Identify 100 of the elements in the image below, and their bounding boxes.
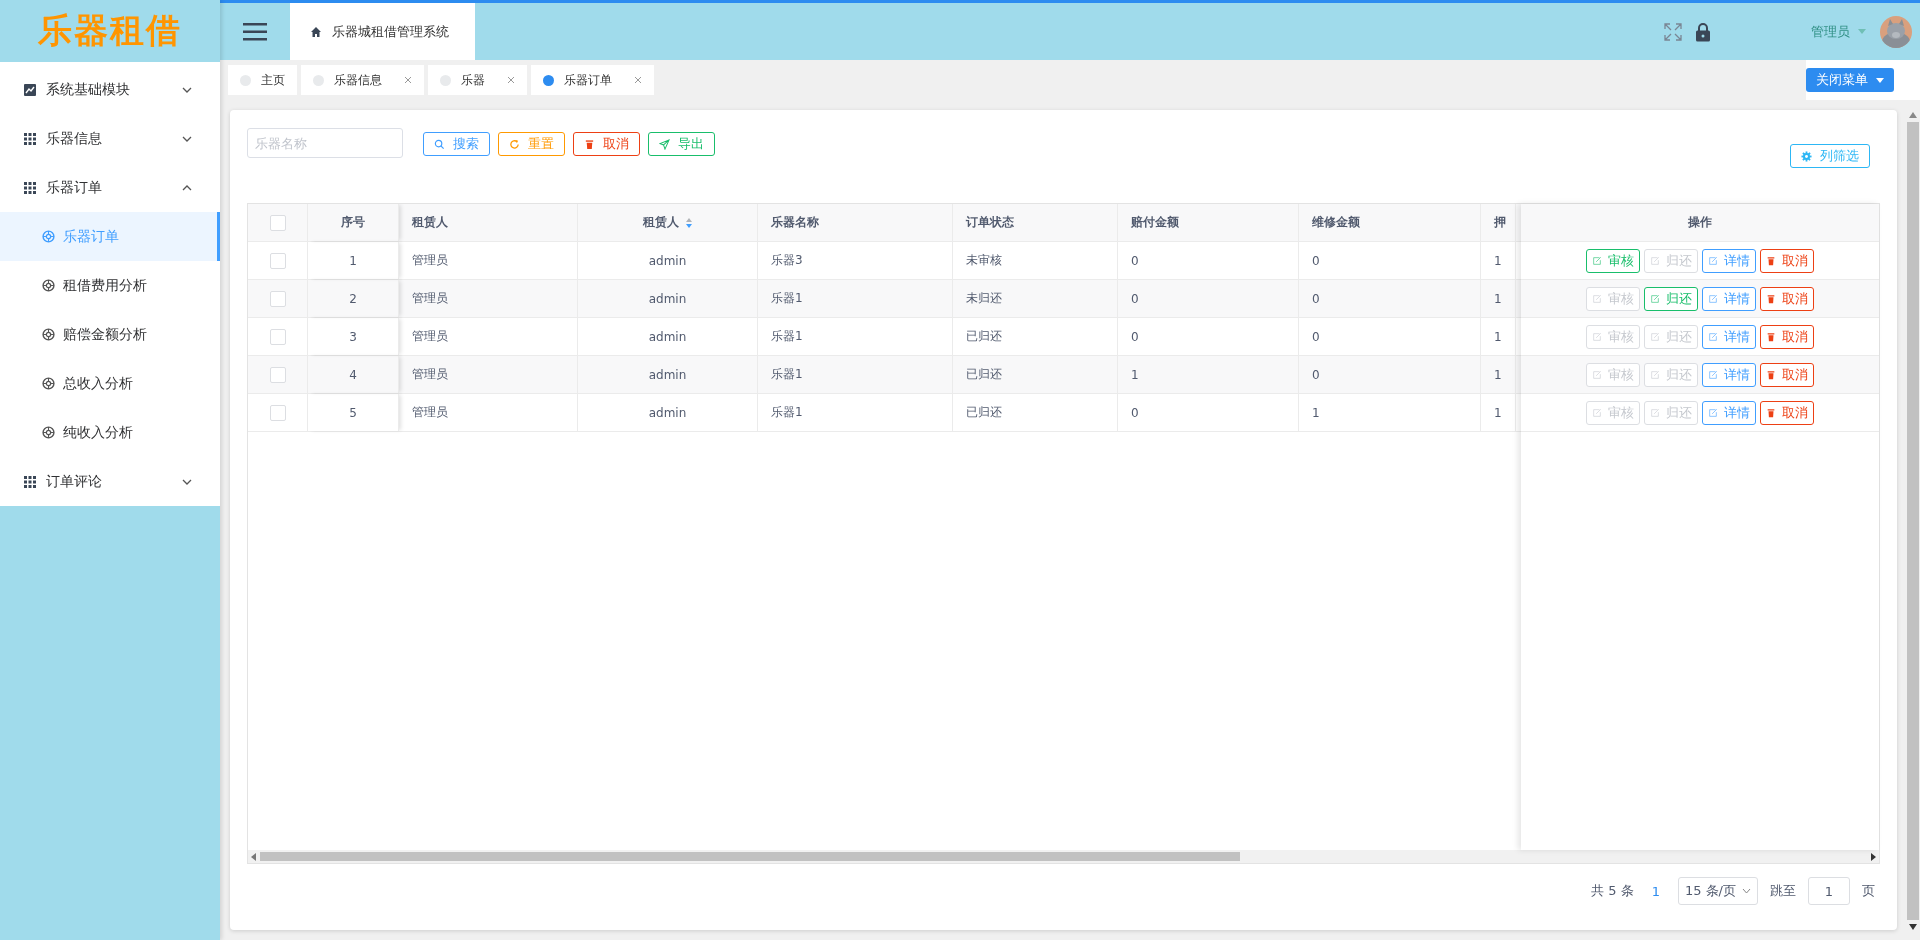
detail-button[interactable]: 详情 (1702, 400, 1756, 425)
user-menu[interactable]: 管理员 (1811, 22, 1866, 41)
export-button[interactable]: 导出 (648, 132, 715, 156)
page-input[interactable]: 1 (1808, 877, 1850, 905)
jump-label: 跳至 (1770, 882, 1796, 900)
detail-button[interactable]: 详情 (1702, 286, 1756, 311)
edit-icon (1708, 255, 1718, 266)
arrow-left-icon[interactable] (251, 852, 257, 861)
table-cell: 已归还 (953, 394, 1118, 431)
app-logo: 乐器租借 (37, 9, 183, 52)
checkbox[interactable] (269, 366, 286, 383)
table-cell: admin (578, 394, 758, 431)
edit-icon (1708, 369, 1718, 380)
refresh-icon (509, 138, 520, 150)
column-header[interactable]: 序号 (308, 204, 399, 241)
return-button[interactable]: 归还 (1644, 286, 1698, 311)
vertical-scrollbar[interactable] (1905, 110, 1920, 930)
checkbox[interactable] (269, 404, 286, 421)
sidebar-item[interactable]: 订单评论 (0, 457, 220, 506)
table-cell: 乐器1 (758, 394, 953, 431)
cancel-button[interactable]: 取消 (573, 132, 640, 156)
aperture-icon (42, 377, 55, 390)
page-tab[interactable]: 乐器 (428, 65, 527, 95)
table-cell: 1 (1481, 280, 1516, 317)
column-filter-button[interactable]: 列筛选 (1790, 144, 1870, 168)
cancel-button[interactable]: 取消 (1760, 324, 1814, 349)
close-icon[interactable] (404, 76, 412, 84)
reset-button[interactable]: 重置 (498, 132, 565, 156)
cancel-button[interactable]: 取消 (1760, 286, 1814, 311)
arrow-down-icon[interactable] (1908, 924, 1917, 930)
edit-icon (1650, 369, 1660, 380)
table-cell: 0 (1299, 242, 1481, 279)
table-cell: 0 (1118, 280, 1299, 317)
column-header[interactable]: 押 (1481, 204, 1516, 241)
trash-icon (1766, 293, 1776, 304)
sidebar-subitem[interactable]: 纯收入分析 (0, 408, 220, 457)
gear-icon (1801, 150, 1812, 162)
edit-icon (1592, 293, 1602, 304)
arrow-up-icon[interactable] (1908, 112, 1917, 118)
grid-icon (24, 181, 36, 194)
sidebar-item[interactable]: 乐器订单 (0, 163, 220, 212)
sidebar-subitem[interactable]: 赔偿金额分析 (0, 310, 220, 359)
close-icon[interactable] (634, 76, 642, 84)
column-header[interactable]: 维修金额 (1299, 204, 1481, 241)
chart-icon (24, 83, 36, 96)
table-cell: 已归还 (953, 356, 1118, 393)
cancel-button[interactable]: 取消 (1760, 248, 1814, 273)
detail-button[interactable]: 详情 (1702, 324, 1756, 349)
checkbox[interactable] (269, 290, 286, 307)
close-icon[interactable] (507, 76, 515, 84)
table-cell: admin (578, 356, 758, 393)
page-size-select[interactable]: 15 条/页 (1677, 877, 1758, 905)
trash-icon (584, 138, 595, 150)
checkbox[interactable] (269, 328, 286, 345)
checkbox[interactable] (269, 252, 286, 269)
trash-icon (1766, 407, 1776, 418)
horizontal-scrollbar[interactable] (248, 850, 1879, 863)
table-cell: 乐器1 (758, 356, 953, 393)
table-cell: 乐器1 (758, 318, 953, 355)
sidebar-item[interactable]: 系统基础模块 (0, 65, 220, 114)
detail-button[interactable]: 详情 (1702, 362, 1756, 387)
column-header[interactable]: 订单状态 (953, 204, 1118, 241)
column-header[interactable]: 租赁人 (399, 204, 578, 241)
aperture-icon (42, 230, 55, 243)
table-cell: 1 (1481, 394, 1516, 431)
edit-icon (1592, 331, 1602, 342)
detail-button[interactable]: 详情 (1702, 248, 1756, 273)
search-button[interactable]: 搜索 (423, 132, 490, 156)
table-cell: 管理员 (399, 394, 578, 431)
edit-icon (1708, 407, 1718, 418)
column-header[interactable]: 赔付金额 (1118, 204, 1299, 241)
trash-icon (1766, 331, 1776, 342)
search-field[interactable]: 乐器名称 (247, 128, 403, 158)
page-number[interactable]: 1 (1645, 882, 1666, 900)
table-cell: 3 (308, 318, 399, 355)
edit-icon (1650, 407, 1660, 418)
edit-icon (1650, 293, 1660, 304)
page-tab[interactable]: 主页 (228, 65, 297, 95)
sidebar-item[interactable]: 乐器信息 (0, 114, 220, 163)
sidebar-subitem[interactable]: 总收入分析 (0, 359, 220, 408)
sort-icon[interactable] (684, 216, 693, 229)
chevron-down-icon (182, 478, 192, 485)
column-header[interactable]: 乐器名称 (758, 204, 953, 241)
breadcrumb[interactable]: 乐器城租借管理系统 (290, 3, 475, 60)
cancel-button[interactable]: 取消 (1760, 362, 1814, 387)
lock-icon[interactable] (1695, 21, 1711, 42)
sidebar-subitem[interactable]: 乐器订单 (0, 212, 220, 261)
table-cell: 未审核 (953, 242, 1118, 279)
audit-button[interactable]: 审核 (1586, 248, 1640, 273)
cancel-button[interactable]: 取消 (1760, 400, 1814, 425)
fullscreen-icon[interactable] (1663, 21, 1683, 42)
table-cell: 5 (308, 394, 399, 431)
page-tab[interactable]: 乐器订单 (531, 65, 654, 95)
column-header[interactable]: 租赁人 (578, 204, 758, 241)
close-menu-button[interactable]: 关闭菜单 (1806, 68, 1894, 92)
checkbox[interactable] (269, 214, 286, 231)
page-tab[interactable]: 乐器信息 (301, 65, 424, 95)
sidebar-subitem[interactable]: 租借费用分析 (0, 261, 220, 310)
chevron-down-icon (1742, 888, 1751, 894)
arrow-right-icon[interactable] (1870, 852, 1876, 861)
